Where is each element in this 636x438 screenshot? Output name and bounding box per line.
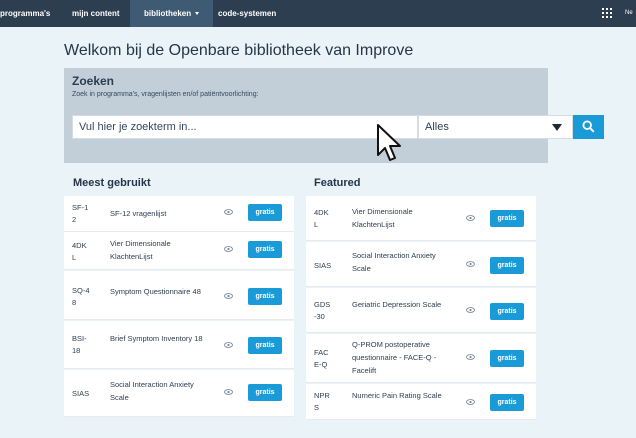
- item-code: 4DK L: [72, 241, 87, 262]
- list-item[interactable]: 4DK L Vier Dimensionale KlachtenLijst gr…: [64, 232, 294, 270]
- top-navbar: programma's mijn content bibliotheken co…: [0, 0, 636, 27]
- search-input[interactable]: [72, 115, 418, 139]
- featured-title: Featured: [314, 177, 361, 189]
- eye-icon[interactable]: [224, 389, 233, 395]
- free-button[interactable]: gratis: [248, 337, 282, 354]
- list-item[interactable]: SIAS Social Interaction Anxiety Scale gr…: [306, 242, 536, 287]
- item-name[interactable]: Numeric Pain Rating Scale: [352, 389, 456, 402]
- item-name[interactable]: Brief Symptom Inventory 18: [110, 332, 214, 345]
- free-button[interactable]: gratis: [248, 288, 282, 305]
- item-name[interactable]: Social Interaction Anxiety Scale: [110, 378, 214, 404]
- eye-icon[interactable]: [224, 342, 233, 348]
- eye-icon[interactable]: [466, 261, 475, 267]
- item-name[interactable]: SF-12 vragenlijst: [110, 207, 214, 220]
- search-filter-value: Alles: [425, 121, 449, 133]
- eye-icon[interactable]: [466, 354, 475, 360]
- item-code: 4DK L: [314, 208, 329, 229]
- apps-grid-icon[interactable]: [602, 8, 612, 18]
- nav-item-code-systemen[interactable]: code-systemen: [218, 0, 276, 27]
- nav-item-programmas[interactable]: programma's: [0, 0, 50, 27]
- search-panel: Zoeken Zoek in programma's, vragenlijste…: [64, 68, 604, 163]
- list-item[interactable]: FAC E-Q Q-PROM postoperative questionnai…: [306, 334, 536, 383]
- item-code: SQ-4 8: [72, 286, 90, 307]
- item-code: FAC E-Q: [314, 348, 329, 369]
- caret-down-icon: [195, 12, 200, 16]
- item-code: SIAS: [72, 389, 90, 398]
- page-title: Welkom bij de Openbare bibliotheek van I…: [64, 42, 414, 59]
- list-item[interactable]: SF-1 2 SF-12 vragenlijst gratis: [64, 196, 294, 232]
- free-button[interactable]: gratis: [490, 350, 524, 367]
- nav-item-bibliotheken-label: bibliotheken: [144, 9, 192, 18]
- item-code: GDS -30: [314, 300, 331, 321]
- item-code: NPR S: [314, 391, 330, 412]
- free-button[interactable]: gratis: [248, 241, 282, 258]
- eye-icon[interactable]: [224, 209, 233, 215]
- dropdown-arrow-icon: [552, 124, 562, 131]
- mouse-cursor-icon: [377, 124, 401, 161]
- eye-icon[interactable]: [224, 246, 233, 252]
- item-name[interactable]: Geriatric Depression Scale: [352, 298, 456, 311]
- free-button[interactable]: gratis: [248, 384, 282, 401]
- item-code: SF-1 2: [72, 203, 89, 224]
- search-button[interactable]: [573, 115, 604, 139]
- list-item[interactable]: GDS -30 Geriatric Depression Scale grati…: [306, 288, 536, 333]
- free-button[interactable]: gratis: [490, 210, 524, 227]
- item-name[interactable]: Vier Dimensionale KlachtenLijst: [352, 205, 456, 231]
- eye-icon[interactable]: [466, 215, 475, 221]
- search-filter-select[interactable]: Alles: [418, 115, 573, 139]
- list-item[interactable]: BSI- 18 Brief Symptom Inventory 18 grati…: [64, 321, 294, 369]
- free-button[interactable]: gratis: [490, 257, 524, 274]
- nav-item-mijn-content[interactable]: mijn content: [72, 0, 120, 27]
- eye-icon[interactable]: [466, 399, 475, 405]
- free-button[interactable]: gratis: [490, 394, 524, 411]
- list-item[interactable]: 4DK L Vier Dimensionale KlachtenLijst gr…: [306, 196, 536, 241]
- item-name[interactable]: Q-PROM postoperative questionnaire - FAC…: [352, 338, 460, 377]
- search-title: Zoeken: [72, 74, 115, 88]
- item-code: BSI- 18: [72, 334, 87, 355]
- eye-icon[interactable]: [466, 307, 475, 313]
- free-button[interactable]: gratis: [248, 204, 282, 221]
- eye-icon[interactable]: [224, 293, 233, 299]
- free-button[interactable]: gratis: [490, 303, 524, 320]
- list-item[interactable]: NPR S Numeric Pain Rating Scale gratis: [306, 384, 536, 420]
- item-name[interactable]: Vier Dimensionale KlachtenLijst: [110, 237, 214, 263]
- item-name[interactable]: Symptom Questionnaire 48: [110, 285, 214, 298]
- list-item[interactable]: SIAS Social Interaction Anxiety Scale gr…: [64, 370, 294, 417]
- user-menu[interactable]: Ne: [625, 0, 636, 27]
- most-used-title: Meest gebruikt: [73, 177, 151, 189]
- search-icon: [582, 120, 595, 133]
- list-item[interactable]: SQ-4 8 Symptom Questionnaire 48 gratis: [64, 271, 294, 320]
- item-code: SIAS: [314, 261, 332, 270]
- item-name[interactable]: Social Interaction Anxiety Scale: [352, 249, 456, 275]
- nav-item-bibliotheken[interactable]: bibliotheken: [130, 0, 214, 27]
- search-subtitle: Zoek in programma's, vragenlijsten en/of…: [72, 91, 259, 98]
